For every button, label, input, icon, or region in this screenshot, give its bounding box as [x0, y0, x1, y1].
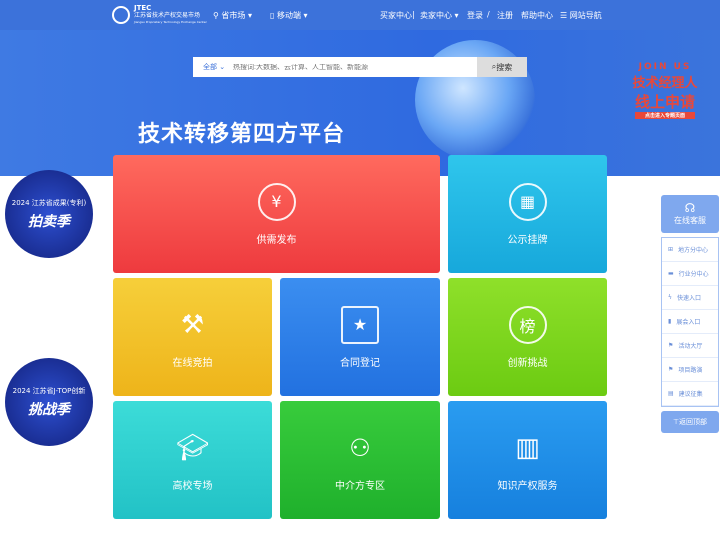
top-nav: JTEC 江苏省技术产权交易市场 Jiangsu Proprietary Tec…: [0, 0, 720, 30]
sidebar-item-events[interactable]: ⚑ 活动大厅: [662, 334, 718, 358]
search-category-select[interactable]: 全部 ⌄: [193, 62, 233, 72]
sidebar-item-local[interactable]: ⊞ 地方分中心: [662, 238, 718, 262]
sidebar-item-roadshow[interactable]: ⚑ 项目路演: [662, 358, 718, 382]
menu-icon: ☰: [560, 11, 570, 20]
back-to-top-button[interactable]: ⊤ 返回顶部: [661, 411, 719, 433]
mobile-dropdown[interactable]: ▯ 移动端 ▾: [270, 10, 308, 21]
seller-center-dropdown[interactable]: 卖家中心 ▾: [420, 10, 459, 21]
right-sidebar: ☊ 在线客服 ⊞ 地方分中心 ▬ 行业分中心 ϟ 快速入口 ▮ 展会入口 ⚑ 活动大厅 ⚑ 项…: [661, 195, 719, 433]
tile-online-auction[interactable]: ⚒ 在线竞拍: [113, 278, 272, 396]
contract-pen-icon: ★: [341, 305, 379, 344]
sidebar-item-suggestions[interactable]: ▤ 建议征集: [662, 382, 718, 406]
buyer-center-link[interactable]: 买家中心: [380, 10, 412, 21]
site-nav-link[interactable]: ☰ 网站导航: [560, 10, 602, 21]
search-button[interactable]: ⌕ 搜索: [477, 57, 527, 77]
logo-en: Jiangsu Proprietary Technology Exchange …: [134, 20, 207, 24]
tile-intermediary[interactable]: ⚇ 中介方专区: [280, 401, 440, 519]
people-board-icon: ⚇: [349, 433, 371, 462]
challenge-season-badge[interactable]: 2024 江苏省J-TOP创新 挑战季: [5, 358, 93, 446]
sidebar-item-quick[interactable]: ϟ 快速入口: [662, 286, 718, 310]
graduation-cap-icon: 🎓︎: [175, 432, 209, 463]
auction-season-badge[interactable]: 2024 江苏省成果(专利) 拍卖季: [5, 170, 93, 258]
online-service-button[interactable]: ☊ 在线客服: [661, 195, 719, 233]
site-logo[interactable]: JTEC 江苏省技术产权交易市场 Jiangsu Proprietary Tec…: [112, 5, 207, 24]
signboard-icon: ▦: [508, 182, 547, 221]
tile-supply-demand[interactable]: ¥ 供需发布: [113, 155, 440, 273]
sidebar-item-expo[interactable]: ▮ 展会入口: [662, 310, 718, 334]
grid-icon: ⊞: [668, 246, 674, 253]
logo-icon: [112, 5, 130, 24]
logo-abbr: JTEC: [134, 4, 152, 12]
briefcase-icon: ▬: [668, 270, 674, 277]
search-input[interactable]: [233, 63, 477, 71]
help-center-link[interactable]: 帮助中心: [521, 10, 553, 21]
lightning-icon: ϟ: [668, 294, 672, 301]
message-icon: ▤: [668, 390, 674, 397]
login-link[interactable]: 登录: [467, 10, 483, 21]
phone-icon: ▯: [270, 11, 277, 20]
tech-manager-promo[interactable]: JOIN US 技术经理人 线上申请 点击进入专题页面: [612, 62, 718, 119]
flag-icon: ⚑: [668, 342, 674, 349]
tile-university[interactable]: 🎓︎ 高校专场: [113, 401, 272, 519]
search-bar: 全部 ⌄ ⌕搜索: [193, 57, 527, 77]
banner-title: 技术转移第四方平台: [138, 122, 346, 147]
register-link[interactable]: 注册: [497, 10, 513, 21]
sidebar-item-industry[interactable]: ▬ 行业分中心: [662, 262, 718, 286]
tile-public-listing[interactable]: ▦ 公示挂牌: [448, 155, 607, 273]
gavel-icon: ⚒: [180, 309, 205, 340]
headset-icon: ☊: [684, 201, 696, 215]
tile-contract-registration[interactable]: ★ 合同登记: [280, 278, 440, 396]
logo-name: 江苏省技术产权交易市场: [134, 12, 201, 19]
tile-ip-services[interactable]: ▥ 知识产权服务: [448, 401, 607, 519]
tile-innovation-challenge[interactable]: 榜创新挑战: [448, 278, 607, 396]
separator: /: [487, 10, 490, 19]
province-market-dropdown[interactable]: ⚲ 省市场 ▾: [213, 10, 252, 21]
hand-coin-icon: ¥: [257, 182, 296, 221]
bookmark-icon: ▮: [668, 318, 672, 325]
flag-icon: ⚑: [668, 366, 674, 373]
building-icon: ▥: [515, 432, 540, 463]
ranking-icon: 榜: [508, 305, 547, 344]
